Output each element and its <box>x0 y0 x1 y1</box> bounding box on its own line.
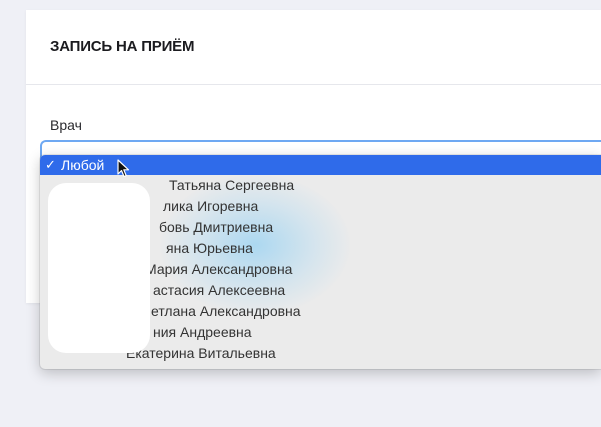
doctor-field-label: Врач <box>50 117 82 133</box>
card-header: ЗАПИСЬ НА ПРИЁМ <box>26 10 601 85</box>
redaction-overlay <box>48 183 150 353</box>
page-title: ЗАПИСЬ НА ПРИЁМ <box>50 38 195 55</box>
option-label: Любой <box>61 157 105 173</box>
arrow-cursor-icon <box>117 159 130 178</box>
checkmark-icon: ✓ <box>45 157 56 172</box>
